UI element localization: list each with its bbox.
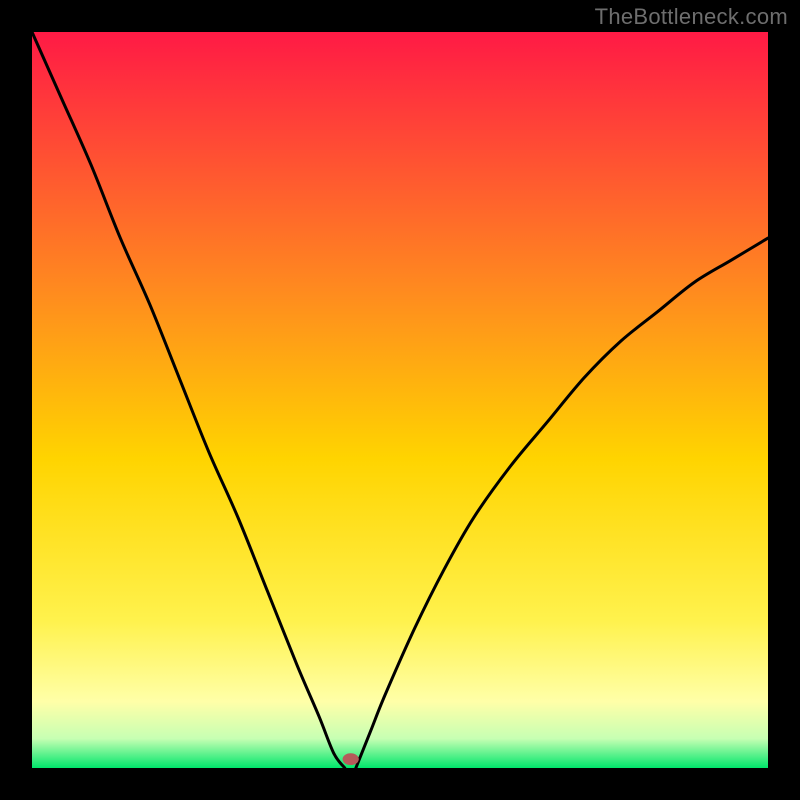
watermark-text: TheBottleneck.com — [595, 4, 788, 30]
chart-outer-frame: TheBottleneck.com — [0, 0, 800, 800]
chart-svg — [32, 32, 768, 768]
min-marker — [343, 753, 359, 765]
chart-plot-area — [32, 32, 768, 768]
